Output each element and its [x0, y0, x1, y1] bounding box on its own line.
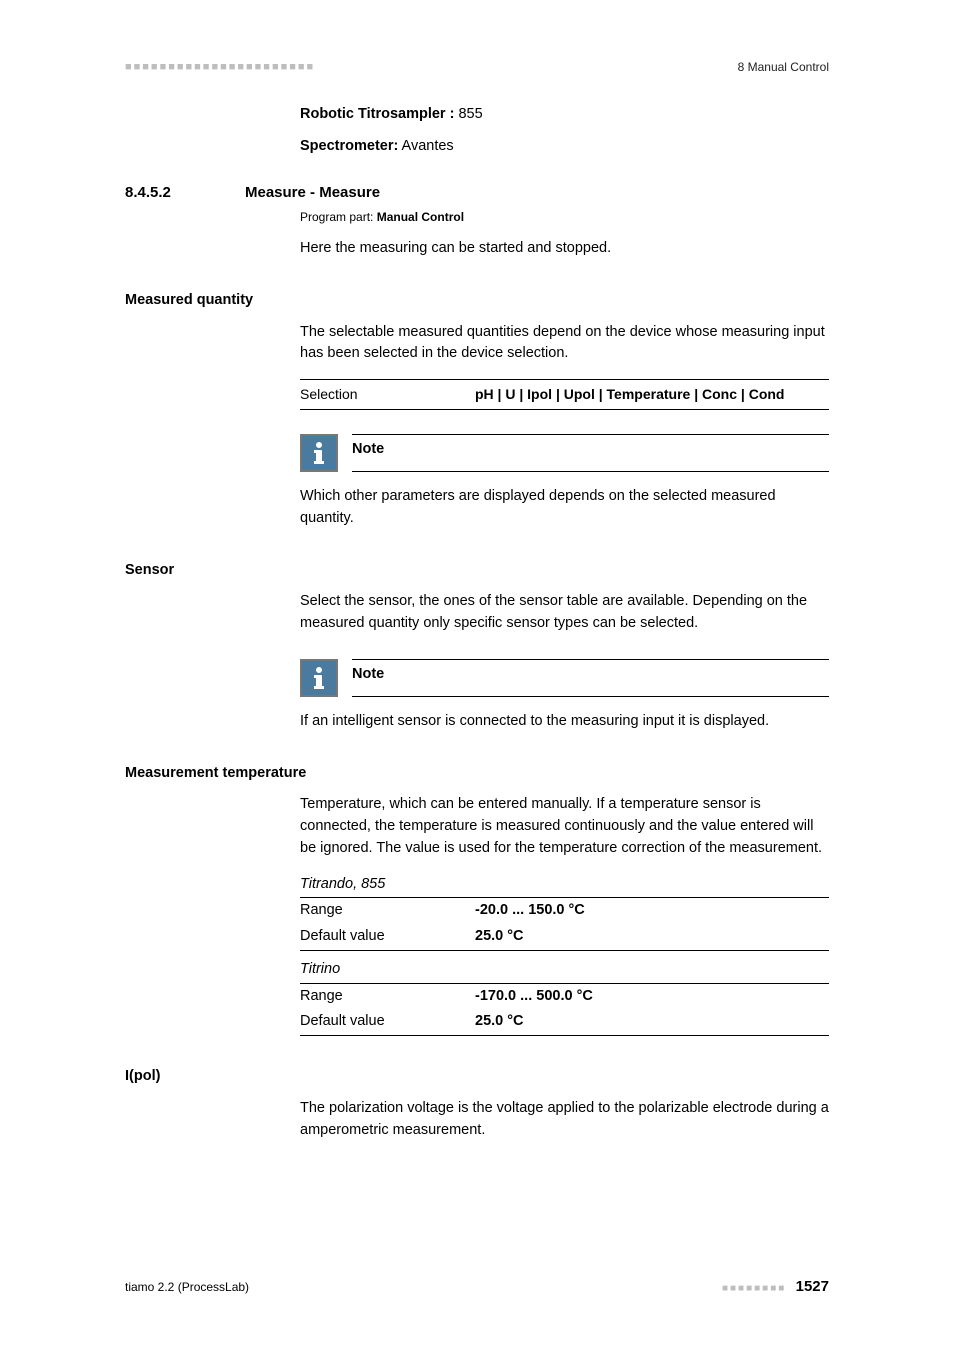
info-icon — [300, 434, 338, 472]
sensor-para: Select the sensor, the ones of the senso… — [300, 591, 829, 635]
param-caption-titrino: Titrino — [300, 959, 829, 981]
program-part-name: Manual Control — [377, 210, 464, 224]
note-2-body: If an intelligent sensor is connected to… — [300, 711, 829, 733]
spectrometer-value: Avantes — [398, 138, 453, 154]
section-intro: Here the measuring can be started and st… — [300, 238, 829, 260]
default-label: Default value — [300, 926, 475, 948]
param-table-titrando: Titrando, 855 Range -20.0 ... 150.0 °C D… — [300, 874, 829, 951]
robotic-label: Robotic Titrosampler : — [300, 106, 454, 122]
heading-sensor: Sensor — [125, 560, 829, 582]
heading-measured-quantity: Measured quantity — [125, 290, 829, 312]
note-box-2: Note If an intelligent sensor is connect… — [300, 659, 829, 733]
note-2-title: Note — [352, 660, 829, 686]
range-label: Range — [300, 986, 475, 1008]
section-heading-row: 8.4.5.2 Measure - Measure — [125, 182, 829, 205]
range-label: Range — [300, 900, 475, 922]
section-number: 8.4.5.2 — [125, 182, 245, 205]
measurement-temp-para: Temperature, which can be entered manual… — [300, 794, 829, 859]
default-value: 25.0 °C — [475, 926, 524, 948]
heading-measurement-temperature: Measurement temperature — [125, 763, 829, 785]
measured-quantity-para: The selectable measured quantities depen… — [300, 322, 829, 366]
info-icon — [300, 659, 338, 697]
range-value: -170.0 ... 500.0 °C — [475, 986, 593, 1008]
page-header: ■■■■■■■■■■■■■■■■■■■■■■ 8 Manual Control — [125, 60, 829, 74]
footer-left: tiamo 2.2 (ProcessLab) — [125, 1280, 249, 1294]
header-section: 8 Manual Control — [738, 60, 829, 74]
default-value: 25.0 °C — [475, 1011, 524, 1033]
list-item-spectrometer: Spectrometer: Avantes — [300, 136, 829, 158]
param-table-titrino: Titrino Range -170.0 ... 500.0 °C Defaul… — [300, 959, 829, 1036]
param-caption-titrando: Titrando, 855 — [300, 874, 829, 896]
note-box-1: Note Which other parameters are displaye… — [300, 434, 829, 530]
spectrometer-label: Spectrometer: — [300, 138, 398, 154]
range-value: -20.0 ... 150.0 °C — [475, 900, 585, 922]
section-title: Measure - Measure — [245, 182, 380, 205]
heading-ipol: I(pol) — [125, 1066, 829, 1088]
robotic-value: 855 — [454, 106, 482, 122]
program-part-prefix: Program part: — [300, 210, 377, 224]
ipol-para: The polarization voltage is the voltage … — [300, 1098, 829, 1142]
selection-row: Selection pH | U | Ipol | Upol | Tempera… — [300, 379, 829, 410]
footer-marks: ■■■■■■■■ — [722, 1283, 786, 1294]
default-label: Default value — [300, 1011, 475, 1033]
note-1-title: Note — [352, 435, 829, 461]
selection-value: pH | U | Ipol | Upol | Temperature | Con… — [475, 384, 829, 405]
program-part: Program part: Manual Control — [300, 208, 829, 226]
page-footer: tiamo 2.2 (ProcessLab) ■■■■■■■■ 1527 — [125, 1278, 829, 1295]
selection-label: Selection — [300, 384, 475, 405]
footer-page-number: 1527 — [796, 1278, 829, 1295]
note-1-body: Which other parameters are displayed dep… — [300, 486, 829, 530]
list-item-robotic: Robotic Titrosampler : 855 — [300, 104, 829, 126]
header-marks-left: ■■■■■■■■■■■■■■■■■■■■■■ — [125, 61, 315, 73]
